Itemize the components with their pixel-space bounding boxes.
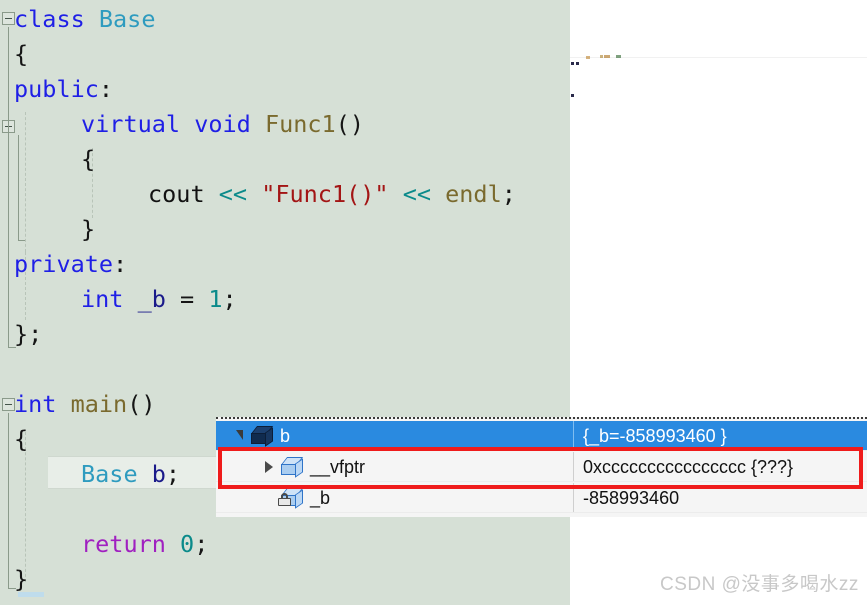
code-token: virtual [81,110,195,138]
indent-guide-class-body [25,112,26,252]
triangle-down-icon [235,430,243,440]
code-token: () [127,390,156,418]
datatip-name-cell: b [216,421,573,451]
datatip-row[interactable]: b {_b=-858993460 } [216,421,867,451]
object-box-icon [250,425,276,447]
clipped-code-fragment [616,55,621,58]
code-line: int _b = 1; [81,282,237,317]
code-line: private: [14,247,127,282]
code-token: }; [14,320,43,348]
code-line: { [14,37,28,72]
code-token: main [70,390,128,418]
code-token: endl [445,180,502,208]
code-token: _b [137,285,181,313]
code-line: { [14,422,28,457]
code-token: cout [148,180,219,208]
datatip-value-cell[interactable]: -858993460 [573,483,867,513]
code-token: { [81,145,96,173]
datatip-row-separator [216,512,867,513]
code-token: 1 [208,285,223,313]
code-token: Func1 [264,110,336,138]
code-line: virtual void Func1() [81,107,364,142]
clipped-code-line-strip [570,57,867,58]
code-token: } [14,565,29,593]
clipped-code-fragment [600,55,603,58]
code-line: public: [14,72,113,107]
clipped-code-fragment [604,55,610,58]
clipped-code-dot [571,94,574,97]
datatip-name-cell: __vfptr [216,452,573,482]
fold-rail-class [8,27,9,347]
expander-expand-icon[interactable] [258,452,280,482]
private-field-box-icon [278,487,306,509]
code-token: } [81,215,96,243]
code-token: ; [222,285,237,313]
code-token: ; [194,530,209,558]
code-line: class Base [14,2,155,37]
code-token: public [14,75,99,103]
code-token: << [218,180,262,208]
code-token: ; [165,460,181,488]
fold-rail-main [8,413,9,588]
datatip-value-cell[interactable]: {_b=-858993460 } [573,421,867,451]
code-token: class [14,5,99,33]
code-line: { [81,142,95,177]
code-line: int main() [14,387,155,422]
code-token: Base [98,5,156,33]
code-line: cout << "Func1()" << endl; [148,177,516,212]
code-token: << [388,180,446,208]
datatip-variable-name: __vfptr [310,456,366,477]
expander-placeholder [258,483,280,513]
code-token: int [81,285,138,313]
code-token: return [81,530,181,558]
code-token: Base [81,460,152,488]
code-token: : [98,75,114,103]
datatip-variable-name: _b [310,487,331,508]
code-token: "Func1()" [261,180,389,208]
datatip-row[interactable]: __vfptr 0xcccccccccccccccc {???} [216,452,867,482]
code-token: void [194,110,265,138]
clipped-code-dot [576,62,579,65]
datatip-variable-name: b [280,425,291,446]
code-line: return 0; [81,527,208,562]
datatip-value-cell[interactable]: 0xcccccccccccccccc {???} [573,452,867,482]
fold-rail-func1 [18,135,19,240]
code-token: b [151,460,166,488]
code-token: int [14,390,71,418]
code-line: } [14,562,28,597]
code-token: private [14,250,114,278]
screenshot-root: class Base{public: virtual void Func1(){c… [0,0,867,605]
clipped-code-fragment [586,56,590,59]
expander-collapse-icon[interactable] [228,421,250,451]
debugger-datatip[interactable]: b {_b=-858993460 } __vfptr 0xcccccccccccccc… [216,417,867,517]
code-token: ; [501,180,516,208]
watermark: CSDN @没事多喝水zz [660,574,859,595]
triangle-right-icon [265,461,273,473]
fold-rail-foot-func1 [18,240,25,241]
code-line: } [81,212,95,247]
datatip-row-separator [216,450,867,451]
code-token: { [14,40,29,68]
code-token: 0 [180,530,195,558]
datatip-name-cell: _b [216,483,573,513]
code-token: () [335,110,364,138]
code-line: Base b; [81,457,180,492]
datatip-row[interactable]: _b -858993460 [216,483,867,513]
code-token: = [180,285,209,313]
lock-icon [278,493,291,506]
clipped-code-dot [571,62,574,65]
code-token: { [14,425,29,453]
datatip-row-separator [216,481,867,482]
code-line: }; [14,317,42,352]
object-box-icon [280,456,306,478]
code-token: : [113,250,128,278]
